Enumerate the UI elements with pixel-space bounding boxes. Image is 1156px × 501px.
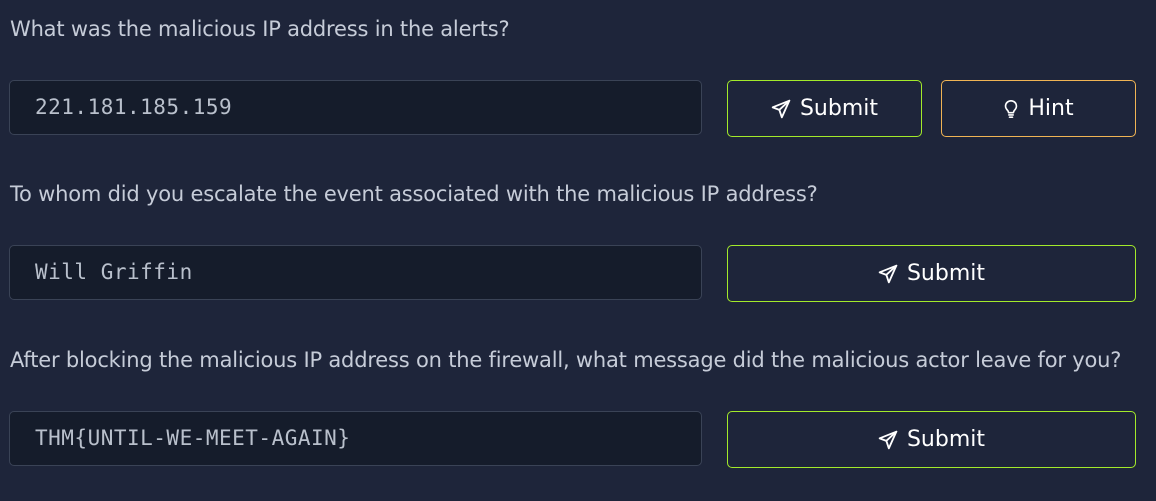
paper-plane-icon [878,264,898,284]
question-1-text: What was the malicious IP address in the… [10,17,510,41]
paper-plane-icon [878,430,898,450]
question-2-submit-button[interactable]: Submit [727,245,1136,302]
question-1-hint-button[interactable]: Hint [941,80,1136,137]
submit-label: Submit [906,260,986,286]
question-3-text: After blocking the malicious IP address … [10,348,1122,372]
question-3-submit-button[interactable]: Submit [727,411,1136,468]
question-1-submit-button[interactable]: Submit [727,80,922,137]
submit-label: Submit [799,95,879,121]
hint-label: Hint [1028,95,1074,121]
question-3-answer-field[interactable]: THM{UNTIL-WE-MEET-AGAIN} [9,411,702,466]
lightbulb-icon [1003,99,1019,119]
submit-label: Submit [906,426,986,452]
question-2-text: To whom did you escalate the event assoc… [10,182,818,206]
question-2-answer-field[interactable]: Will Griffin [9,245,702,300]
question-1-answer-field[interactable]: 221.181.185.159 [9,80,702,135]
paper-plane-icon [771,99,791,119]
